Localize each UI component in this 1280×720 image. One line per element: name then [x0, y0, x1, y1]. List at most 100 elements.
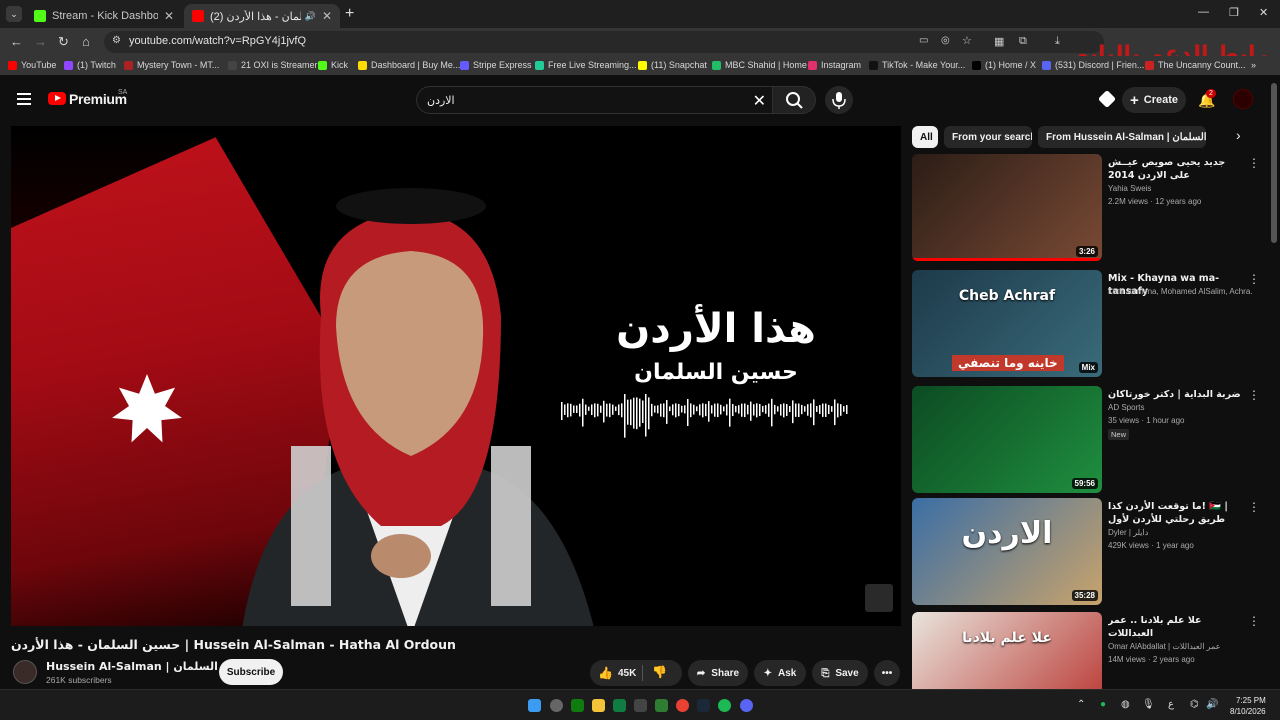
close-window-button[interactable]: ✕ — [1259, 6, 1268, 19]
forward-arrow-icon[interactable]: → — [34, 34, 47, 49]
more-vertical-icon[interactable]: ⋮ — [1248, 388, 1260, 402]
back-arrow-icon[interactable]: ← — [10, 34, 23, 49]
bookmark-mystery-town[interactable]: Mystery Town - MT... — [124, 60, 219, 70]
channel-avatar[interactable] — [13, 660, 37, 684]
subscribe-button[interactable]: Subscribe — [219, 659, 283, 685]
recommendation-card[interactable]: 3:26 جديد يحيى صويص عيــش على الاردن 2014… — [912, 154, 1262, 262]
channel-watermark[interactable] — [865, 584, 893, 612]
tray-overflow-icon[interactable]: ⌃ — [1077, 699, 1085, 710]
more-vertical-icon[interactable]: ⋮ — [1248, 156, 1260, 170]
recommendation-card[interactable]: 59:56 ضربة البداية | دكتر خورتاكان AD Spor… — [912, 386, 1262, 494]
bookmark-twitch[interactable]: (1) Twitch — [64, 60, 116, 70]
tray-spotify-icon[interactable]: ● — [1100, 699, 1106, 710]
reload-icon[interactable]: ↻ — [58, 34, 69, 50]
bookmark-tiktok[interactable]: TikTok - Make Your... — [869, 60, 965, 70]
create-button[interactable]: + Create — [1122, 87, 1186, 113]
xbox-icon[interactable] — [571, 699, 584, 712]
save-button[interactable]: ⎘ Save — [812, 660, 868, 686]
tab-youtube-video[interactable]: (2) حسين السلمان - هذا الأردن 🔊 ✕ — [184, 4, 340, 28]
bookmark-stripe[interactable]: Stripe Express — [460, 60, 532, 70]
extension-icon[interactable]: ▦ — [994, 35, 1006, 48]
recommendation-channel[interactable]: Omar AlAbdallat | عمر العبداللات — [1108, 642, 1253, 651]
tab-search-button[interactable]: ⌄ — [6, 6, 22, 22]
bookmark-youtube[interactable]: YouTube — [8, 60, 56, 70]
more-actions-button[interactable]: ••• — [874, 660, 900, 686]
bookmark-oxi[interactable]: 21 OXI is Streamer — [228, 60, 318, 70]
recommendation-title[interactable]: ضربة البداية | دكتر خورتاكان — [1108, 388, 1248, 401]
bookmark-x[interactable]: (1) Home / X — [972, 60, 1036, 70]
chip-from-your-search[interactable]: From your search — [944, 126, 1032, 148]
tab-kick-dashboard[interactable]: Stream - Kick Dashboard ✕ — [26, 4, 182, 28]
cast-icon[interactable]: ▭ — [919, 35, 928, 46]
bookmark-shahid[interactable]: MBC Shahid | Home — [712, 60, 807, 70]
spotify-icon[interactable] — [718, 699, 731, 712]
like-button[interactable]: 👍 45K — [598, 666, 636, 680]
language-indicator[interactable]: ع — [1168, 699, 1174, 710]
page-scrollbar[interactable] — [1271, 83, 1277, 243]
youtube-logo-icon[interactable] — [48, 92, 66, 105]
video-thumbnail[interactable]: 59:56 — [912, 386, 1102, 493]
recommendation-channel[interactable]: Dyler | دايلر — [1108, 528, 1253, 537]
chrome-icon[interactable] — [676, 699, 689, 712]
chip-all[interactable]: All — [912, 126, 938, 148]
start-menu-icon[interactable] — [528, 699, 541, 712]
volume-icon[interactable]: 🔊 — [1206, 699, 1218, 710]
minimize-button[interactable]: — — [1198, 6, 1209, 18]
new-tab-button[interactable]: + — [345, 5, 354, 23]
recommendation-card[interactable]: Cheb Achraf خاينه وما تنصفي Mix Mix - Khayn… — [912, 270, 1262, 378]
bookmark-kick[interactable]: Kick — [318, 60, 348, 70]
eye-off-icon[interactable]: ◎ — [941, 35, 950, 46]
menu-icon[interactable] — [17, 93, 31, 105]
chips-next-chevron-icon[interactable]: › — [1236, 127, 1241, 143]
recommendation-title[interactable]: علا علم بلادنا .. عمر العبداللات — [1108, 614, 1248, 640]
tab-close-icon[interactable]: ✕ — [322, 9, 332, 23]
share-button[interactable]: ➦ Share — [688, 660, 748, 686]
bookmark-discord[interactable]: (531) Discord | Frien... — [1042, 60, 1144, 70]
discord-icon[interactable] — [740, 699, 753, 712]
tray-app-icon[interactable]: ◍ — [1121, 699, 1130, 710]
clock-time[interactable]: 7:25 PM — [1236, 696, 1266, 705]
app-green-icon[interactable] — [655, 699, 668, 712]
file-explorer-icon[interactable] — [592, 699, 605, 712]
voice-search-button[interactable] — [825, 86, 853, 114]
more-vertical-icon[interactable]: ⋮ — [1248, 614, 1260, 628]
excel-icon[interactable] — [613, 699, 626, 712]
bookmark-uncanny[interactable]: The Uncanny Count... — [1145, 60, 1246, 70]
site-info-icon[interactable]: ⚙ — [112, 35, 121, 46]
account-avatar[interactable] — [1233, 89, 1253, 109]
recommendation-channel[interactable]: AD Sports — [1108, 403, 1253, 412]
clear-search-icon[interactable]: ✕ — [753, 91, 766, 111]
more-vertical-icon[interactable]: ⋮ — [1248, 272, 1260, 286]
bookmark-buymeacoffee[interactable]: Dashboard | Buy Me... — [358, 60, 460, 70]
video-thumbnail[interactable]: 3:26 — [912, 154, 1102, 261]
extensions-puzzle-icon[interactable]: ⧉ — [1019, 35, 1031, 47]
video-player[interactable]: هذا الأردن حسين السلمان — [11, 126, 901, 626]
bookmark-star-icon[interactable]: ☆ — [962, 34, 972, 47]
task-view-icon[interactable] — [550, 699, 563, 712]
bookmark-streaming[interactable]: Free Live Streaming... — [535, 60, 637, 70]
maximize-button[interactable]: ❐ — [1229, 6, 1239, 19]
download-icon[interactable]: ⤓ — [1055, 35, 1067, 47]
recommendation-title[interactable]: ما توقعت الأردن كذا! 🇯🇴 | طريق رحلتي للأ… — [1108, 500, 1248, 526]
tab-close-icon[interactable]: ✕ — [164, 9, 174, 23]
wifi-icon[interactable]: ⌬ — [1190, 699, 1199, 710]
address-bar[interactable]: ⚙ youtube.com/watch?v=RpGY4j1jvfQ ▭ ◎ ☆ — [104, 31, 1104, 53]
cast-settings-icon[interactable] — [1097, 89, 1117, 109]
recommendation-card[interactable]: الاردن 35:28 ما توقعت الأردن كذا! 🇯🇴 | طري… — [912, 498, 1262, 606]
audio-playing-icon[interactable]: 🔊 — [305, 11, 316, 22]
bookmark-instagram[interactable]: Instagram — [808, 60, 861, 70]
tray-mic-icon[interactable]: 🎙 — [1142, 699, 1155, 710]
chip-from-channel[interactable]: From Hussein Al-Salman | حسين السلمان — [1038, 126, 1206, 148]
app-a-icon[interactable] — [634, 699, 647, 712]
search-input[interactable]: الاردن ✕ — [416, 86, 772, 114]
more-vertical-icon[interactable]: ⋮ — [1248, 500, 1260, 514]
home-icon[interactable]: ⌂ — [82, 34, 90, 49]
thumbs-down-icon[interactable]: 👎 — [652, 665, 667, 679]
video-thumbnail[interactable]: الاردن 35:28 — [912, 498, 1102, 605]
video-thumbnail[interactable]: Cheb Achraf خاينه وما تنصفي Mix — [912, 270, 1102, 377]
search-button[interactable] — [772, 86, 816, 114]
bookmark-snapchat[interactable]: (11) Snapchat — [638, 60, 707, 70]
clock-date[interactable]: 8/10/2026 — [1230, 707, 1266, 716]
ask-button[interactable]: ✦ Ask — [754, 660, 806, 686]
steam-icon[interactable] — [697, 699, 710, 712]
